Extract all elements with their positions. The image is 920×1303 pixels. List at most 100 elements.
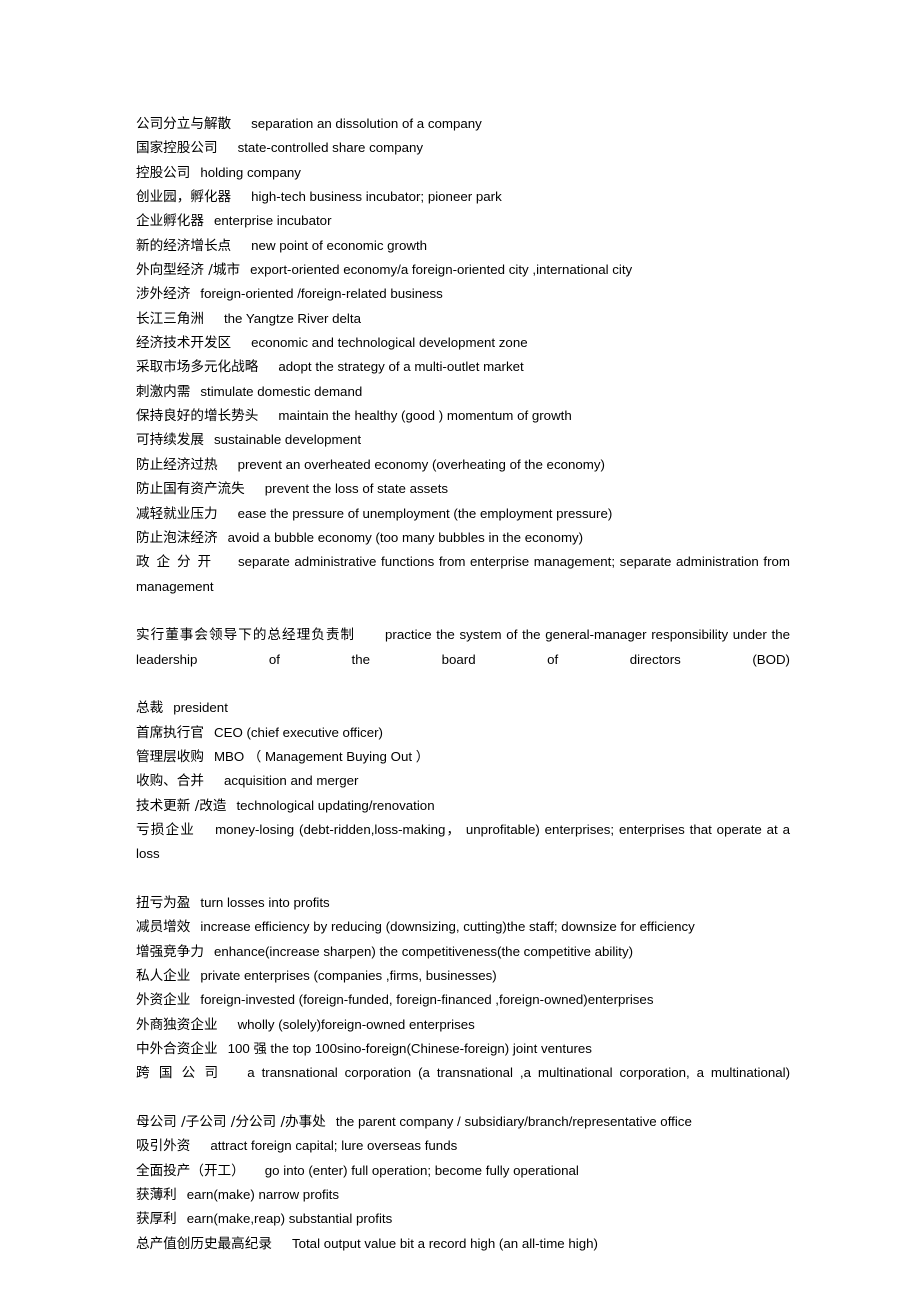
entry-definition-english: maintain the healthy (good ) momentum of… <box>278 408 572 424</box>
entry-definition-english: a transnational corporation (a transnati… <box>247 1065 791 1081</box>
entry-term-chinese: 跨国公司 <box>136 1065 228 1082</box>
glossary-entry: 中外合资企业 100 强 the top 100sino-foreign(Chin… <box>136 1037 790 1061</box>
entry-definition-english: economic and technological development z… <box>251 335 528 351</box>
entry-term-chinese: 公司分立与解散 <box>136 116 232 132</box>
entry-term-chinese: 长江三角洲 <box>136 310 204 327</box>
glossary-entry: 创业园，孵化器 high-tech business incubator; pio… <box>136 185 790 209</box>
entry-term-chinese: 外商独资企业 <box>136 1016 218 1033</box>
entry-term-chinese: 采取市场多元化战略 <box>136 359 259 376</box>
entry-term-chinese: 总产值创历史最高纪录 <box>136 1235 272 1252</box>
glossary-entry: 防止经济过热 prevent an overheated economy (ove… <box>136 453 790 477</box>
glossary-entry: 经济技术开发区 economic and technological develo… <box>136 331 790 355</box>
entry-term-chinese: 总裁 <box>136 700 164 717</box>
entry-term-chinese: 可持续发展 <box>136 432 204 449</box>
entry-definition-english: holding company <box>200 164 301 180</box>
entry-term-chinese: 创业园，孵化器 <box>136 189 232 206</box>
entry-definition-english: foreign-oriented /foreign-related busine… <box>200 286 443 302</box>
entry-term-chinese: 外资企业 <box>136 992 191 1009</box>
entry-definition-english: state-controlled share company <box>237 140 424 156</box>
entry-definition-english: separation an dissolution of a company <box>251 116 482 131</box>
glossary-entry: 企业孵化器 enterprise incubator <box>136 209 790 233</box>
entry-term-chinese: 获厚利 <box>136 1211 177 1228</box>
glossary-entry: 获厚利 earn(make,reap) substantial profits <box>136 1207 790 1231</box>
glossary-entry: 获薄利 earn(make) narrow profits <box>136 1183 790 1207</box>
entry-term-chinese: 减员增效 <box>136 919 191 936</box>
glossary-entry: 母公司 /子公司 /分公司 /办事处 the parent company / s… <box>136 1110 790 1134</box>
entry-term-chinese: 刺激内需 <box>136 383 191 400</box>
glossary-entry: 减轻就业压力 ease the pressure of unemployment … <box>136 502 790 526</box>
entry-definition-english: earn(make) narrow profits <box>186 1187 340 1203</box>
entry-term-chinese: 控股公司 <box>136 164 191 181</box>
entry-term-chinese: 减轻就业压力 <box>136 505 218 522</box>
entry-term-chinese: 企业孵化器 <box>136 213 204 230</box>
glossary-entry: 防止泡沫经济 avoid a bubble economy (too many b… <box>136 526 790 550</box>
entry-definition-english: stimulate domestic demand <box>200 383 363 399</box>
entry-definition-english: acquisition and merger <box>223 773 359 789</box>
entry-definition-english: money-losing (debt-ridden,loss-making， u… <box>136 821 790 862</box>
document-page: 公司分立与解散 separation an dissolution of a co… <box>0 0 920 1303</box>
entry-definition-english: ease the pressure of unemployment (the e… <box>237 505 613 521</box>
entry-term-chinese: 技术更新 /改造 <box>136 797 227 814</box>
entry-definition-english: separate administrative functions from e… <box>136 554 790 594</box>
entry-definition-english: enterprise incubator <box>213 213 332 229</box>
entry-term-chinese: 扭亏为盈 <box>136 895 191 911</box>
glossary-entry: 采取市场多元化战略 adopt the strategy of a multi-o… <box>136 355 790 379</box>
entry-term-chinese: 全面投产（开工） <box>136 1162 245 1179</box>
glossary-entry: 技术更新 /改造 technological updating/renovatio… <box>136 794 790 818</box>
entry-definition-english: foreign-invested (foreign-funded, foreig… <box>200 992 654 1008</box>
entry-term-chinese: 经济技术开发区 <box>136 335 232 352</box>
entry-definition-english: CEO (chief executive officer) <box>213 724 383 740</box>
entry-term-chinese: 亏损企业 <box>136 821 196 838</box>
glossary-entry: 防止国有资产流失 prevent the loss of state assets <box>136 477 790 501</box>
glossary-entry: 长江三角洲 the Yangtze River delta <box>136 307 790 331</box>
glossary-entry: 公司分立与解散 separation an dissolution of a co… <box>136 112 790 136</box>
glossary-entry: 可持续发展 sustainable development <box>136 428 790 452</box>
glossary-entry: 外商独资企业 wholly (solely)foreign-owned enter… <box>136 1013 790 1037</box>
entry-definition-english: technological updating/renovation <box>236 797 435 813</box>
entry-definition-english: new point of economic growth <box>251 237 428 253</box>
glossary-entry: 跨国公司 a transnational corporation (a trans… <box>136 1061 790 1110</box>
entry-term-chinese: 防止泡沫经济 <box>136 529 218 546</box>
entry-definition-english: 100 强 the top 100sino-foreign(Chinese-fo… <box>227 1041 592 1057</box>
entry-definition-english: enhance(increase sharpen) the competitiv… <box>213 943 634 959</box>
glossary-entry: 亏损企业 money-losing (debt-ridden,loss-makin… <box>136 818 790 891</box>
glossary-entry: 管理层收购 MBO （ Management Buying Out ） <box>136 745 790 769</box>
glossary-entry: 实行董事会领导下的总经理负责制 practice the system of th… <box>136 623 790 696</box>
entry-term-chinese: 实行董事会领导下的总经理负责制 <box>136 627 356 644</box>
entry-term-chinese: 保持良好的增长势头 <box>136 408 259 425</box>
entry-term-chinese: 外向型经济 /城市 <box>136 262 241 279</box>
glossary-entry: 保持良好的增长势头 maintain the healthy (good ) mo… <box>136 404 790 428</box>
glossary-entry: 外资企业 foreign-invested (foreign-funded, fo… <box>136 988 790 1012</box>
entry-definition-english: export-oriented economy/a foreign-orient… <box>250 262 633 278</box>
entry-definition-english: go into (enter) full operation; become f… <box>264 1162 579 1178</box>
entry-term-chinese: 获薄利 <box>136 1187 177 1204</box>
glossary-entry: 私人企业 private enterprises (companies ,firm… <box>136 964 790 988</box>
glossary-entry: 控股公司 holding company <box>136 161 790 185</box>
entry-definition-english: president <box>173 700 228 716</box>
glossary-entry: 新的经济增长点 new point of economic growth <box>136 234 790 258</box>
entry-definition-english: high-tech business incubator; pioneer pa… <box>251 189 502 205</box>
entry-definition-english: sustainable development <box>213 432 362 448</box>
entry-term-chinese: 新的经济增长点 <box>136 237 232 254</box>
entry-definition-english: the Yangtze River delta <box>223 310 361 326</box>
entry-term-chinese: 母公司 /子公司 /分公司 /办事处 <box>136 1114 326 1131</box>
glossary-entry: 扭亏为盈 turn losses into profits <box>136 891 790 915</box>
entry-term-chinese: 防止国有资产流失 <box>136 481 245 498</box>
entry-definition-english: prevent an overheated economy (overheati… <box>237 456 605 472</box>
entry-term-chinese: 防止经济过热 <box>136 456 218 473</box>
glossary-entry: 外向型经济 /城市 export-oriented economy/a forei… <box>136 258 790 282</box>
glossary-entry-list: 公司分立与解散 separation an dissolution of a co… <box>136 112 790 1256</box>
entry-term-chinese: 私人企业 <box>136 968 191 985</box>
entry-term-chinese: 吸引外资 <box>136 1138 191 1155</box>
entry-definition-english: prevent the loss of state assets <box>264 481 449 497</box>
glossary-entry: 国家控股公司 state-controlled share company <box>136 136 790 160</box>
entry-definition-english: adopt the strategy of a multi-outlet mar… <box>278 359 524 375</box>
glossary-entry: 吸引外资 attract foreign capital; lure overse… <box>136 1134 790 1158</box>
entry-term-chinese: 增强竞争力 <box>136 943 204 960</box>
entry-definition-english: increase efficiency by reducing (downsiz… <box>200 919 695 935</box>
glossary-entry: 全面投产（开工） go into (enter) full operation; … <box>136 1159 790 1183</box>
entry-term-chinese: 涉外经济 <box>136 286 191 303</box>
entry-definition-english: the parent company / subsidiary/branch/r… <box>335 1114 692 1130</box>
entry-term-chinese: 中外合资企业 <box>136 1041 218 1058</box>
glossary-entry: 政企分开 separate administrative functions fr… <box>136 550 790 623</box>
